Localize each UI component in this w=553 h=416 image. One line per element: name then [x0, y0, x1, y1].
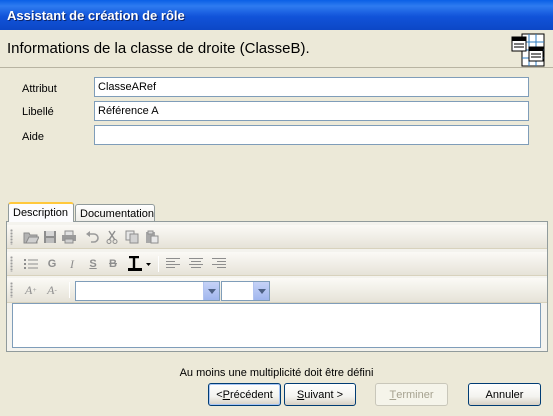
- shrink-font-label: A: [47, 282, 55, 297]
- chevron-down-icon[interactable]: [253, 282, 269, 300]
- format-toolbar: G I S B: [7, 252, 547, 276]
- save-icon[interactable]: [41, 228, 59, 246]
- page-title: Informations de la classe de droite (Cla…: [7, 40, 310, 57]
- font-size-select[interactable]: [221, 281, 270, 301]
- chevron-down-icon[interactable]: [203, 282, 219, 300]
- aide-input[interactable]: [94, 125, 529, 145]
- libelle-label: Libellé: [22, 106, 54, 118]
- next-button[interactable]: Suivant >: [284, 383, 356, 406]
- aide-label: Aide: [22, 131, 45, 143]
- rich-text-editor[interactable]: [12, 303, 541, 348]
- paste-icon[interactable]: [143, 228, 161, 246]
- toolbar-separator: [158, 256, 159, 272]
- shrink-font-button[interactable]: A-: [43, 281, 61, 299]
- text-color-icon[interactable]: [127, 255, 153, 273]
- attribut-input[interactable]: [94, 77, 529, 97]
- validation-message: Au moins une multiplicité doit être défi…: [179, 367, 374, 379]
- font-toolbar: A + A-: [7, 278, 547, 303]
- tab-description[interactable]: Description: [8, 202, 74, 222]
- copy-icon[interactable]: [123, 228, 141, 246]
- class-diagram-icon: [511, 33, 545, 67]
- back-button[interactable]: < Précédent: [208, 383, 281, 406]
- undo-icon[interactable]: [83, 228, 101, 246]
- strikethrough-button[interactable]: B: [104, 255, 122, 273]
- align-left-icon[interactable]: [164, 255, 182, 273]
- font-name-select[interactable]: [75, 281, 220, 301]
- open-icon[interactable]: [22, 228, 40, 246]
- cut-icon[interactable]: [103, 228, 121, 246]
- grow-font-label: A: [24, 282, 33, 297]
- underline-button[interactable]: S: [84, 255, 102, 273]
- title-bar[interactable]: Assistant de création de rôle: [0, 0, 553, 30]
- toolbar-separator: [69, 282, 70, 298]
- bullet-list-icon[interactable]: [22, 255, 40, 273]
- toolbar-grip[interactable]: [10, 256, 13, 272]
- cancel-button[interactable]: Annuler: [468, 383, 541, 406]
- window-title: Assistant de création de rôle: [7, 8, 185, 23]
- grow-font-button[interactable]: A +: [22, 281, 40, 299]
- finish-button[interactable]: Terminer: [375, 383, 448, 406]
- italic-button[interactable]: I: [63, 255, 81, 273]
- print-icon[interactable]: [60, 228, 78, 246]
- tab-panel-description: G I S B A + A-: [6, 221, 548, 352]
- file-toolbar: [7, 225, 547, 249]
- align-center-icon[interactable]: [187, 255, 205, 273]
- attribut-label: Attribut: [22, 83, 57, 95]
- toolbar-grip[interactable]: [10, 229, 13, 245]
- toolbar-grip[interactable]: [10, 282, 13, 298]
- bold-button[interactable]: G: [43, 255, 61, 273]
- libelle-input[interactable]: [94, 101, 529, 121]
- wizard-window: Assistant de création de rôle Informatio…: [0, 0, 553, 416]
- wizard-header: Informations de la classe de droite (Cla…: [0, 30, 553, 68]
- align-right-icon[interactable]: [210, 255, 228, 273]
